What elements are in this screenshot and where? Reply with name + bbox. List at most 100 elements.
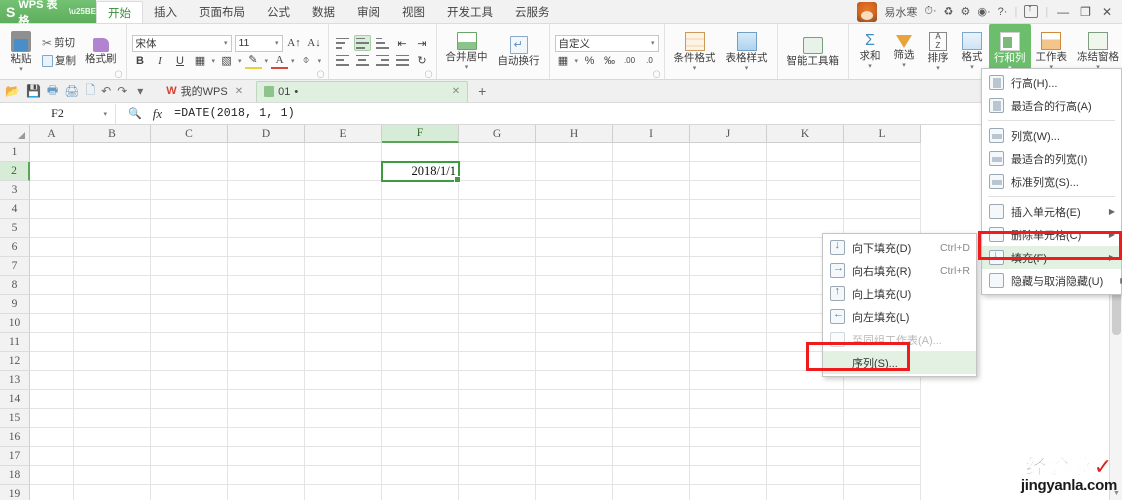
cell-K4[interactable] [767, 200, 844, 219]
tab-developer[interactable]: 开发工具 [436, 0, 504, 23]
row-header-8[interactable]: 8 [0, 276, 30, 295]
menu-item-insert-cells[interactable]: 插入单元格(E) ▶ [982, 200, 1121, 223]
menu-item-hide-unhide[interactable]: 隐藏与取消隐藏(U)▶ [982, 269, 1122, 292]
font-dialog-launcher[interactable]: ◯ [317, 70, 325, 78]
cell-A5[interactable] [30, 219, 74, 238]
export-pdf-icon[interactable]: 🗋 [85, 81, 95, 102]
clock-icon[interactable]: ⏱· [924, 5, 936, 18]
submenu-item-series[interactable]: 序列(S)... [823, 351, 976, 374]
cell-D19[interactable] [228, 485, 305, 500]
cell-A12[interactable] [30, 352, 74, 371]
menu-item-delete-cells[interactable]: 删除单元格(C) ▶ [982, 223, 1121, 246]
doc-tab-my-wps[interactable]: W 我的WPS ✕ [159, 81, 250, 102]
cell-D11[interactable] [228, 333, 305, 352]
cell-D6[interactable] [228, 238, 305, 257]
tab-start[interactable]: 开始 [96, 1, 143, 23]
close-icon[interactable]: ✕ [452, 86, 460, 97]
cell-G1[interactable] [459, 143, 536, 162]
cell-E14[interactable] [305, 390, 382, 409]
submenu-item-fill-down[interactable]: 向下填充(D) Ctrl+D [823, 236, 976, 259]
cell-K2[interactable] [767, 162, 844, 181]
cell-F14[interactable] [382, 390, 459, 409]
cell-J2[interactable] [690, 162, 767, 181]
cell-L17[interactable] [844, 447, 921, 466]
increase-indent-button[interactable]: ⇥ [414, 35, 431, 51]
cell-C11[interactable] [151, 333, 228, 352]
cell-B12[interactable] [74, 352, 151, 371]
logo-caret-icon[interactable]: \u25BE [69, 7, 96, 16]
paste-button[interactable]: 粘贴 ▾ [4, 24, 38, 79]
wps-logo-button[interactable]: S WPS 表格 \u25BE [0, 0, 96, 27]
cell-F18[interactable] [382, 466, 459, 485]
cell-B15[interactable] [74, 409, 151, 428]
cell-B10[interactable] [74, 314, 151, 333]
cell-G18[interactable] [459, 466, 536, 485]
cell-J19[interactable] [690, 485, 767, 500]
cell-C10[interactable] [151, 314, 228, 333]
cell-B6[interactable] [74, 238, 151, 257]
cell-G3[interactable] [459, 181, 536, 200]
cell-C8[interactable] [151, 276, 228, 295]
row-header-14[interactable]: 14 [0, 390, 30, 409]
cell-J3[interactable] [690, 181, 767, 200]
cell-C6[interactable] [151, 238, 228, 257]
cell-L16[interactable] [844, 428, 921, 447]
tab-review[interactable]: 审阅 [346, 0, 391, 23]
column-header-E[interactable]: E [305, 125, 382, 143]
row-header-3[interactable]: 3 [0, 181, 30, 200]
cell-J12[interactable] [690, 352, 767, 371]
row-header-13[interactable]: 13 [0, 371, 30, 390]
tab-page-layout[interactable]: 页面布局 [188, 0, 256, 23]
cell-A19[interactable] [30, 485, 74, 500]
cell-K14[interactable] [767, 390, 844, 409]
cell-B7[interactable] [74, 257, 151, 276]
cell-C4[interactable] [151, 200, 228, 219]
cell-K18[interactable] [767, 466, 844, 485]
cell-E4[interactable] [305, 200, 382, 219]
bold-button[interactable]: B [132, 53, 149, 69]
cell-B1[interactable] [74, 143, 151, 162]
tab-insert[interactable]: 插入 [143, 0, 188, 23]
cell-J11[interactable] [690, 333, 767, 352]
cell-G14[interactable] [459, 390, 536, 409]
cell-J7[interactable] [690, 257, 767, 276]
cell-I9[interactable] [613, 295, 690, 314]
cell-J17[interactable] [690, 447, 767, 466]
help-icon[interactable]: ?· [998, 6, 1008, 18]
cell-G5[interactable] [459, 219, 536, 238]
percent-format-button[interactable]: % [581, 53, 598, 69]
cell-D3[interactable] [228, 181, 305, 200]
cell-I16[interactable] [613, 428, 690, 447]
cell-J5[interactable] [690, 219, 767, 238]
cell-E18[interactable] [305, 466, 382, 485]
restore-button[interactable]: ❐ [1078, 5, 1093, 19]
cell-H12[interactable] [536, 352, 613, 371]
cell-F8[interactable] [382, 276, 459, 295]
cell-A15[interactable] [30, 409, 74, 428]
cell-E8[interactable] [305, 276, 382, 295]
cell-L3[interactable] [844, 181, 921, 200]
cell-H3[interactable] [536, 181, 613, 200]
cell-F17[interactable] [382, 447, 459, 466]
cell-G9[interactable] [459, 295, 536, 314]
cell-D12[interactable] [228, 352, 305, 371]
align-top-button[interactable] [334, 35, 351, 51]
doc-tab-01[interactable]: 01 • ✕ [256, 80, 469, 102]
cell-F6[interactable] [382, 238, 459, 257]
cell-G17[interactable] [459, 447, 536, 466]
menu-item-best-fit-row[interactable]: 最适合的行高(A) [982, 94, 1121, 117]
new-sheet-tab-button[interactable]: + [478, 83, 486, 99]
cell-C2[interactable] [151, 162, 228, 181]
cell-I18[interactable] [613, 466, 690, 485]
cell-I7[interactable] [613, 257, 690, 276]
settings-icon[interactable]: ⚙ [961, 5, 971, 18]
cell-L14[interactable] [844, 390, 921, 409]
column-header-A[interactable]: A [30, 125, 74, 143]
cell-G7[interactable] [459, 257, 536, 276]
clear-format-icon[interactable]: ⌽ [298, 53, 315, 69]
cell-B8[interactable] [74, 276, 151, 295]
cell-K15[interactable] [767, 409, 844, 428]
table-style-button[interactable]: 表格样式 ▾ [721, 24, 773, 79]
cell-H8[interactable] [536, 276, 613, 295]
cell-F12[interactable] [382, 352, 459, 371]
